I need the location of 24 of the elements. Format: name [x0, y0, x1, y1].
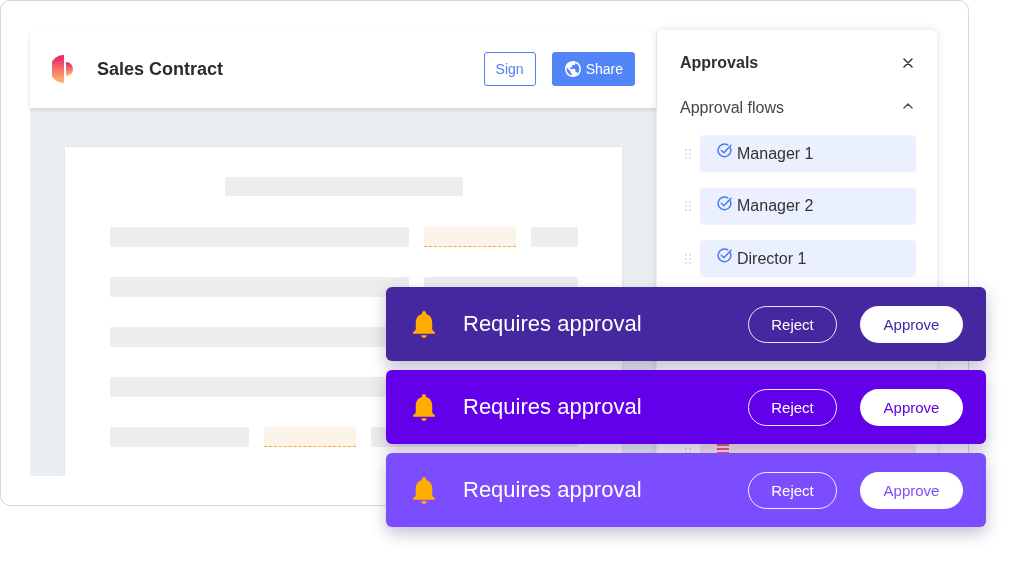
approve-button[interactable]: Approve [860, 471, 963, 509]
drag-handle-icon[interactable] [685, 148, 691, 159]
section-title[interactable]: Approval flows [680, 99, 785, 117]
close-icon[interactable] [903, 58, 913, 68]
bell-icon [413, 393, 435, 421]
approver-item[interactable]: Director 1 [700, 240, 916, 277]
caret-icon[interactable] [903, 103, 913, 109]
document-title: Sales Contract [97, 58, 225, 80]
toast-message: Requires approval [463, 477, 643, 503]
lines-icon [717, 443, 729, 454]
approve-button[interactable]: Approve [860, 388, 963, 426]
globe-icon [564, 61, 581, 77]
drag-handle-icon[interactable] [685, 201, 691, 211]
logo-icon [52, 54, 76, 84]
panel-title: Approvals [680, 54, 759, 72]
approve-button[interactable]: Approve [860, 305, 963, 343]
toast-message: Requires approval [463, 394, 643, 420]
drag-handle-icon[interactable] [685, 253, 691, 264]
bell-icon [413, 476, 435, 504]
approver-item[interactable]: Manager 2 [700, 187, 916, 225]
bell-icon [413, 310, 435, 338]
approver-item[interactable]: Manager 1 [700, 135, 916, 172]
sign-button[interactable]: Sign [483, 52, 536, 86]
toast-message: Requires approval [463, 311, 643, 337]
